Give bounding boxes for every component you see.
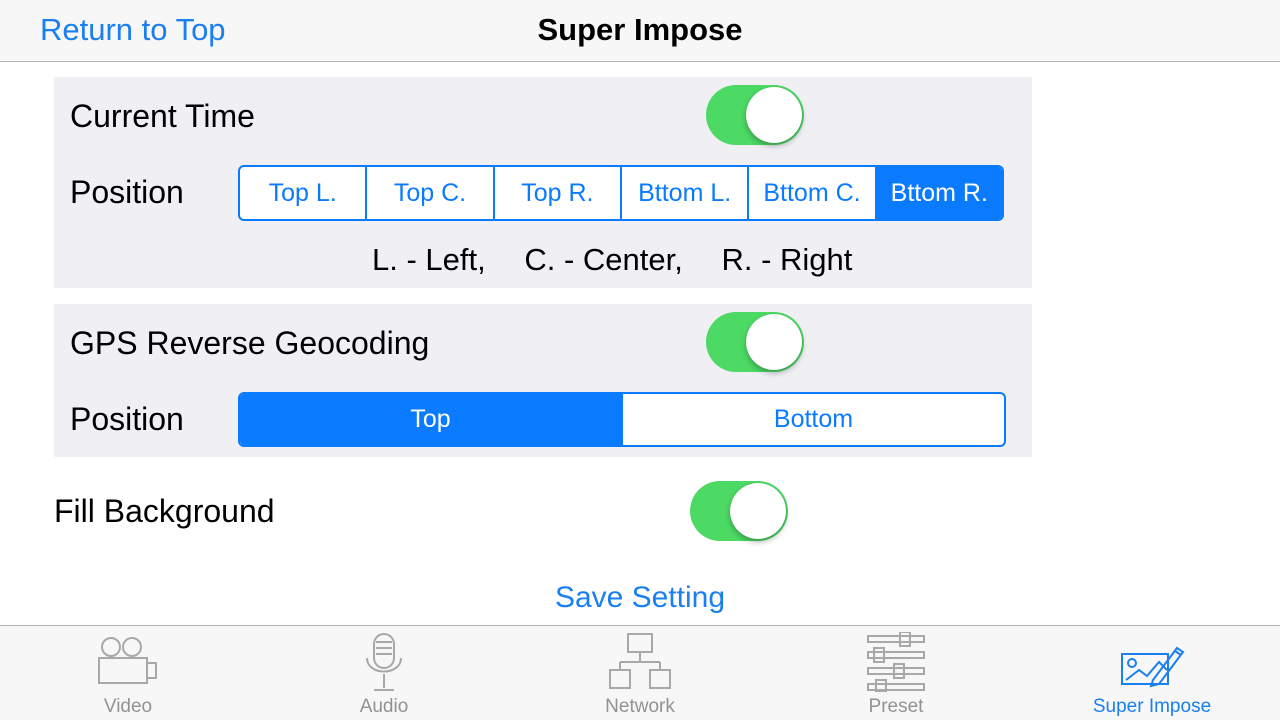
gps-position-control: Top Bottom bbox=[238, 392, 1006, 447]
save-setting-button[interactable]: Save Setting bbox=[555, 581, 725, 614]
tab-super-impose[interactable]: Super Impose bbox=[1024, 626, 1280, 720]
gps-position-label: Position bbox=[70, 401, 184, 437]
legend-center: C. - Center, bbox=[524, 242, 683, 277]
legend-right: R. - Right bbox=[721, 242, 853, 277]
video-camera-icon bbox=[98, 637, 157, 684]
position-option-bottom-right[interactable]: Bttom R. bbox=[874, 167, 1002, 219]
current-time-position-control: Top L. Top C. Top R. Bttom L. Bttom C. B… bbox=[238, 165, 1004, 221]
tab-audio[interactable]: Audio bbox=[256, 626, 512, 720]
position-option-top-right[interactable]: Top R. bbox=[492, 167, 620, 219]
tab-bar: Video Audio Network Preset Super Impose bbox=[0, 625, 1280, 720]
navigation-bar: Return to Top Super Impose bbox=[0, 0, 1280, 62]
gps-position-option-top[interactable]: Top bbox=[240, 394, 621, 445]
fill-background-label: Fill Background bbox=[54, 493, 275, 529]
microphone-icon bbox=[366, 633, 402, 691]
gps-geocoding-group: GPS Reverse Geocoding Position Top Botto… bbox=[54, 304, 1032, 457]
fill-background-toggle[interactable] bbox=[690, 481, 788, 541]
tab-label-preset: Preset bbox=[868, 696, 924, 717]
tab-preset[interactable]: Preset bbox=[768, 626, 1024, 720]
tab-label-audio: Audio bbox=[359, 696, 409, 717]
network-icon bbox=[609, 633, 671, 689]
gps-geocoding-label: GPS Reverse Geocoding bbox=[70, 325, 430, 361]
tab-video[interactable]: Video bbox=[0, 626, 256, 720]
tab-label-network: Network bbox=[605, 696, 675, 717]
sliders-icon bbox=[867, 632, 925, 692]
save-setting-row: Save Setting bbox=[0, 578, 1280, 618]
super-impose-icon bbox=[1121, 646, 1185, 688]
current-time-label: Current Time bbox=[70, 98, 255, 134]
tab-label-video: Video bbox=[103, 696, 153, 717]
gps-position-option-bottom[interactable]: Bottom bbox=[621, 394, 1004, 445]
position-legend: L. - Left, C. - Center, R. - Right bbox=[372, 240, 852, 280]
position-option-bottom-left[interactable]: Bttom L. bbox=[619, 167, 747, 219]
gps-geocoding-toggle[interactable] bbox=[706, 312, 804, 372]
toggle-knob bbox=[730, 483, 786, 539]
return-to-top-button[interactable]: Return to Top bbox=[40, 10, 226, 50]
tab-network[interactable]: Network bbox=[512, 626, 768, 720]
toggle-knob bbox=[746, 314, 802, 370]
current-time-toggle[interactable] bbox=[706, 85, 804, 145]
position-option-top-center[interactable]: Top C. bbox=[365, 167, 492, 219]
position-option-bottom-center[interactable]: Bttom C. bbox=[747, 167, 874, 219]
current-time-position-label: Position bbox=[70, 174, 184, 210]
tab-label-super-impose: Super Impose bbox=[1092, 696, 1212, 717]
legend-left: L. - Left, bbox=[372, 242, 486, 277]
toggle-knob bbox=[746, 87, 802, 143]
position-option-top-left[interactable]: Top L. bbox=[240, 167, 365, 219]
current-time-group: Current Time Position Top L. Top C. Top … bbox=[54, 77, 1032, 288]
